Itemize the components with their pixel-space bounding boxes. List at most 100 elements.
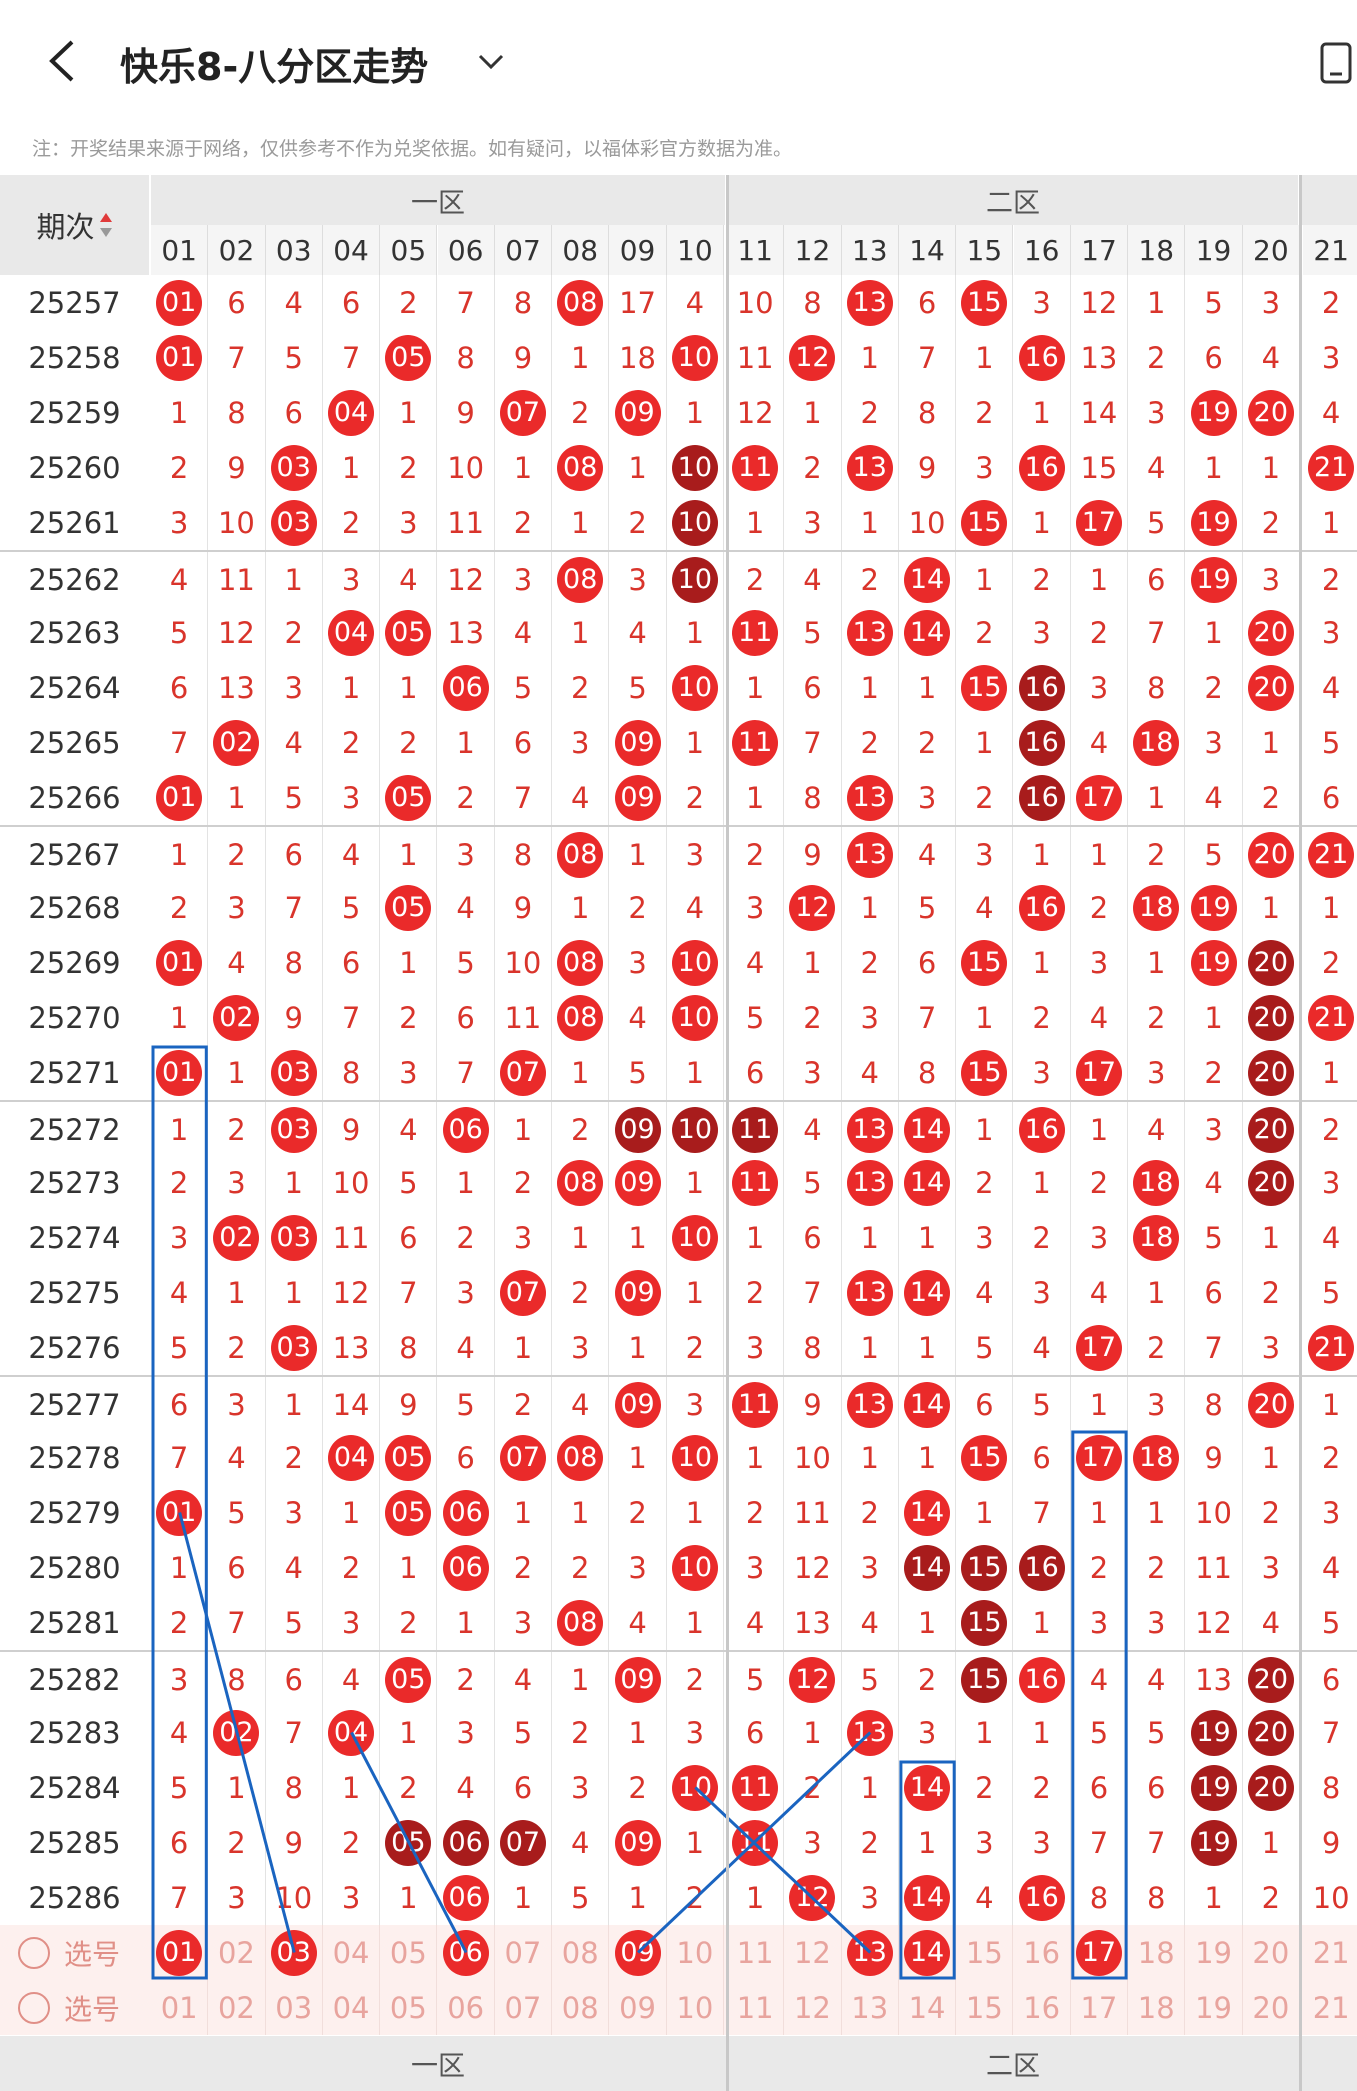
- select-number-cell[interactable]: 17: [1071, 1980, 1129, 2035]
- select-number-cell[interactable]: 13: [842, 1925, 899, 1980]
- miss-count-cell: 5: [1303, 715, 1357, 770]
- number-ball: 15: [961, 939, 1008, 986]
- select-number-row[interactable]: 选号 01 02 03 04 05 06 07 08 09 10 11 12 13 14 15 16 17 18 19…: [0, 1925, 1357, 1980]
- select-number-cell[interactable]: 10: [667, 1980, 724, 2035]
- select-number-cell[interactable]: 01: [151, 1980, 209, 2035]
- select-number-cell[interactable]: 20: [1243, 1980, 1300, 2035]
- select-number-cell[interactable]: 03: [266, 1925, 323, 1980]
- miss-count-cell: 9: [495, 330, 553, 385]
- select-number-cell[interactable]: 07: [495, 1925, 553, 1980]
- number-ball: 13: [846, 279, 893, 326]
- select-number-cell[interactable]: 07: [495, 1980, 553, 2035]
- drawn-number-cell: 16: [1014, 1870, 1071, 1925]
- miss-count-cell: 4: [323, 827, 381, 882]
- sort-icon[interactable]: [99, 210, 113, 240]
- select-number-cell[interactable]: 20: [1243, 1925, 1300, 1980]
- page-title[interactable]: 快乐8-八分区走势: [120, 36, 428, 91]
- miss-count-cell: 4: [1185, 1155, 1243, 1210]
- select-number-cell[interactable]: 05: [380, 1925, 438, 1980]
- drawn-number-cell: 07: [495, 1815, 553, 1870]
- period-column-header[interactable]: 期次: [0, 175, 149, 275]
- phone-icon[interactable]: [1318, 40, 1357, 86]
- period-number: 25283: [0, 1705, 149, 1760]
- number-ball: 11: [732, 444, 779, 491]
- select-number-cell[interactable]: 09: [609, 1925, 667, 1980]
- table-row: 25276 5 2 03 13 8 4 1 3 1 2 3 8 1 1 5 4 17 2 7 3 21: [0, 1320, 1357, 1375]
- select-row-toggle[interactable]: 选号: [18, 1980, 148, 2035]
- miss-count-cell: 4: [1303, 660, 1357, 715]
- select-number-cell[interactable]: 21: [1303, 1925, 1357, 1980]
- miss-count-cell: 3: [956, 827, 1014, 882]
- miss-count-cell: 3: [727, 1320, 785, 1375]
- select-number-cell[interactable]: 06: [438, 1925, 495, 1980]
- select-number-cell[interactable]: 15: [956, 1980, 1014, 2035]
- period-number: 25281: [0, 1595, 149, 1650]
- miss-count-cell: 11: [1185, 1540, 1243, 1595]
- drawn-number-cell: 19: [1185, 1815, 1243, 1870]
- chevron-down-icon[interactable]: [476, 50, 506, 74]
- miss-count-cell: 5: [495, 660, 553, 715]
- select-number-cell[interactable]: 15: [956, 1925, 1014, 1980]
- drawn-number-cell: 06: [438, 1815, 495, 1870]
- select-number-cell[interactable]: 10: [667, 1925, 724, 1980]
- select-number-cell[interactable]: 08: [552, 1925, 610, 1980]
- miss-count-cell: 6: [323, 935, 381, 990]
- miss-count-cell: 2: [208, 1102, 266, 1157]
- miss-count-cell: 2: [842, 1485, 899, 1540]
- period-number: 25257: [0, 275, 149, 330]
- select-number-cell[interactable]: 02: [208, 1925, 266, 1980]
- select-number-cell[interactable]: 17: [1071, 1925, 1129, 1980]
- miss-count-cell: 3: [784, 1045, 842, 1100]
- select-number-cell[interactable]: 04: [323, 1980, 381, 2035]
- select-number-cell[interactable]: 19: [1185, 1980, 1243, 2035]
- select-number-cell[interactable]: 06: [438, 1980, 495, 2035]
- select-number-cell[interactable]: 14: [899, 1980, 957, 2035]
- select-number-cell[interactable]: 18: [1128, 1925, 1186, 1980]
- radio-icon[interactable]: [18, 1991, 50, 2024]
- select-number-cell[interactable]: 13: [842, 1980, 899, 2035]
- period-number: 25277: [0, 1377, 149, 1432]
- select-number-cell[interactable]: 16: [1014, 1980, 1071, 2035]
- miss-count-cell: 13: [323, 1320, 381, 1375]
- select-row-toggle[interactable]: 选号: [18, 1925, 148, 1980]
- number-ball: 13: [846, 1106, 893, 1153]
- select-number-cell[interactable]: 01: [151, 1925, 209, 1980]
- table-row: 25270 1 02 9 7 2 6 11 08 4 10 5 2 3 7 1 2 4 2 1 20 21: [0, 990, 1357, 1045]
- miss-count-cell: 1: [609, 1870, 667, 1925]
- select-number-cell[interactable]: 04: [323, 1925, 381, 1980]
- number-ball: 03: [270, 1049, 317, 1096]
- select-number-cell[interactable]: 16: [1014, 1925, 1071, 1980]
- miss-count-cell: 1: [495, 1102, 553, 1157]
- select-number-row[interactable]: 选号 01 02 03 04 05 06 07 08 09 10 11 12 13 14 15 16 17 18 19…: [0, 1980, 1357, 2035]
- select-number-cell[interactable]: 09: [609, 1980, 667, 2035]
- miss-count-cell: 1: [842, 495, 899, 550]
- miss-count-cell: 7: [151, 1430, 209, 1485]
- number-ball: 08: [557, 994, 604, 1041]
- table-row: 25257 01 6 4 6 2 7 8 08 17 4 10 8 13 6 15 3 12 1 5 3 2: [0, 275, 1357, 330]
- miss-count-cell: 3: [1243, 552, 1300, 607]
- select-number-cell[interactable]: 08: [552, 1980, 610, 2035]
- select-number-cell[interactable]: 14: [899, 1925, 957, 1980]
- select-number-cell[interactable]: 19: [1185, 1925, 1243, 1980]
- miss-count-cell: 1: [380, 1705, 438, 1760]
- select-number-cell[interactable]: 12: [784, 1980, 842, 2035]
- number-ball: 06: [442, 664, 489, 711]
- select-number-cell[interactable]: 11: [727, 1925, 785, 1980]
- miss-count-cell: 9: [899, 440, 957, 495]
- miss-count-cell: 1: [1243, 1815, 1300, 1870]
- miss-count-cell: 1: [1014, 495, 1071, 550]
- select-number-cell[interactable]: 12: [784, 1925, 842, 1980]
- miss-count-cell: 4: [151, 1705, 209, 1760]
- select-number-cell[interactable]: 11: [727, 1980, 785, 2035]
- select-number-cell[interactable]: 02: [208, 1980, 266, 2035]
- number-ball: 10: [671, 444, 718, 491]
- back-arrow-icon[interactable]: [42, 36, 82, 86]
- miss-count-cell: 6: [1014, 1430, 1071, 1485]
- select-number-cell[interactable]: 21: [1303, 1980, 1357, 2035]
- miss-count-cell: 3: [842, 990, 899, 1045]
- miss-count-cell: 9: [380, 1377, 438, 1432]
- select-number-cell[interactable]: 05: [380, 1980, 438, 2035]
- radio-icon[interactable]: [18, 1936, 50, 1969]
- select-number-cell[interactable]: 03: [266, 1980, 323, 2035]
- select-number-cell[interactable]: 18: [1128, 1980, 1186, 2035]
